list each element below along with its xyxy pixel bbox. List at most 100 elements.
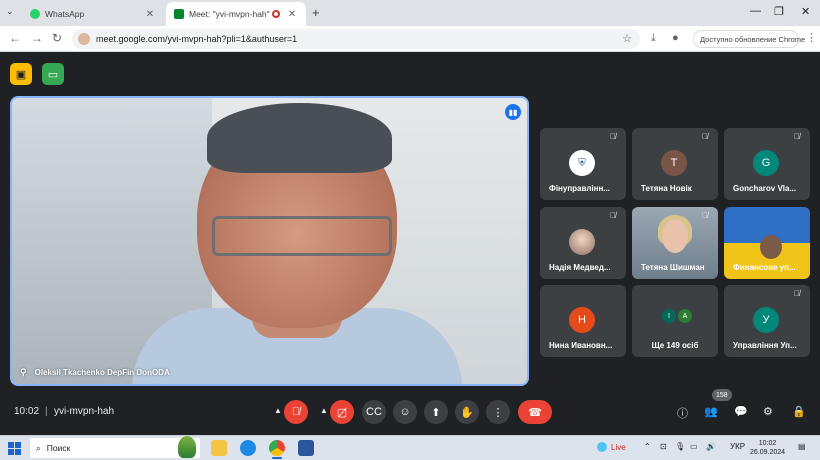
- more-options-button[interactable]: ⋮: [486, 400, 510, 424]
- tray-chevron-icon[interactable]: ⌃: [644, 442, 651, 451]
- participant-name: Goncharov Vla...: [733, 184, 797, 193]
- taskbar-clock[interactable]: 10:02 26.09.2024: [750, 439, 785, 457]
- language-indicator[interactable]: УКР: [730, 442, 745, 451]
- pin-icon[interactable]: ⚲: [20, 367, 27, 378]
- participant-count-badge: 158: [712, 389, 732, 401]
- site-info-icon[interactable]: [78, 33, 90, 45]
- participant-tile[interactable]: 🎙̸ Надія Медвед...: [540, 207, 626, 279]
- participant-video-person: [760, 235, 782, 259]
- meet-icon: [174, 9, 184, 19]
- avatar: Т: [661, 150, 687, 176]
- notifications-icon[interactable]: ▤: [798, 442, 806, 451]
- participant-tile[interactable]: 🎙̸ У Управління Уп...: [724, 285, 810, 357]
- network-icon[interactable]: ▭: [690, 442, 698, 451]
- main-speaker-name: ⚲ Oleksil Tkachenko DepFin DonODA: [20, 367, 170, 378]
- profile-icon[interactable]: ●: [672, 32, 679, 44]
- close-tab-icon[interactable]: ✕: [144, 9, 156, 20]
- more-participants-tile[interactable]: І А Ще 149 осіб: [632, 285, 718, 357]
- participant-tile[interactable]: 🎙̸ ⛨ Фінуправлінн...: [540, 128, 626, 200]
- participant-name: Тетяна Шишман: [641, 263, 705, 272]
- back-icon[interactable]: ←: [9, 31, 21, 45]
- edge-icon[interactable]: [240, 440, 256, 456]
- avatar: А: [678, 309, 692, 323]
- mic-off-icon: 🎙̸: [610, 132, 616, 141]
- tray-app-icon[interactable]: ⊡: [660, 442, 667, 451]
- windows-start-icon[interactable]: [8, 442, 21, 455]
- meeting-code: yvi-mvpn-hah: [54, 406, 115, 417]
- reload-icon[interactable]: ↻: [52, 31, 62, 45]
- forward-icon[interactable]: →: [31, 31, 43, 45]
- captions-button[interactable]: CC: [362, 400, 386, 424]
- clock-date: 26.09.2024: [750, 449, 786, 456]
- companion-mode-icon[interactable]: ▭: [42, 63, 64, 85]
- mic-off-icon: 🎙̸: [610, 211, 616, 220]
- audio-options-chevron-icon[interactable]: ▲: [274, 406, 282, 415]
- recording-icon: [272, 10, 280, 18]
- whatsapp-icon: [30, 9, 40, 19]
- chrome-update-button[interactable]: Доступно обновление Chrome: [693, 30, 805, 48]
- bookmark-star-icon[interactable]: ☆: [622, 32, 632, 45]
- mic-off-icon: 🎙̸: [794, 289, 800, 298]
- meet-stage: ▣ ▭ ▮▮ ⚲ Oleksil Tkachenko DepFin DonODA…: [0, 53, 820, 435]
- search-icon: ⌕: [36, 442, 41, 453]
- url-text[interactable]: meet.google.com/yvi-mvpn-hah?pli=1&authu…: [96, 34, 297, 44]
- present-screen-button[interactable]: ⬆: [424, 400, 448, 424]
- speaking-indicator-icon: ▮▮: [505, 104, 521, 120]
- download-icon[interactable]: ⤓: [651, 32, 656, 45]
- participant-tile[interactable]: 🎙̸ G Goncharov Vla...: [724, 128, 810, 200]
- tab-meet[interactable]: Meet: "yvi-mvpn-hah" ✕: [166, 2, 306, 26]
- chat-icon[interactable]: 💬: [734, 405, 748, 418]
- activities-icon[interactable]: ⚙: [763, 405, 773, 418]
- mic-toggle-button[interactable]: 🎙̸: [284, 400, 308, 424]
- participant-name: Фінуправлінн...: [549, 184, 610, 193]
- reactions-button[interactable]: ☺: [393, 400, 417, 424]
- taskbar-search[interactable]: ⌕ Поиск: [30, 436, 200, 458]
- avatar-group: І А: [662, 309, 694, 323]
- call-controls-bar: 10:02 | yvi-mvpn-hah ▲ 🎙̸ ▲ ▢̸ CC ☺ ⬆ ✋ …: [0, 389, 820, 426]
- minimize-icon[interactable]: —: [750, 5, 761, 17]
- volume-icon[interactable]: 🔊: [706, 442, 716, 451]
- emblem-avatar: ⛨: [569, 150, 595, 176]
- address-bar[interactable]: meet.google.com/yvi-mvpn-hah?pli=1&authu…: [72, 29, 640, 49]
- end-call-button[interactable]: ☎: [518, 400, 552, 424]
- participant-name: Надія Медвед...: [549, 263, 611, 272]
- raise-hand-button[interactable]: ✋: [455, 400, 479, 424]
- participant-video-face: [662, 219, 688, 253]
- tab-search-chevron-icon[interactable]: ⌄: [6, 6, 14, 17]
- close-tab-icon[interactable]: ✕: [286, 9, 298, 20]
- video-options-chevron-icon[interactable]: ▲: [320, 406, 328, 415]
- mic-off-icon: 🎙̸: [702, 211, 708, 220]
- participant-name: Тетяна Новік: [641, 184, 692, 193]
- restore-icon[interactable]: ❐: [774, 5, 784, 18]
- chrome-icon[interactable]: [269, 440, 285, 459]
- search-highlight-icon: [178, 436, 196, 458]
- meeting-info-icon[interactable]: ⓘ: [677, 405, 688, 421]
- participant-tile[interactable]: 🎙̸ Т Тетяна Новік: [632, 128, 718, 200]
- speaker-hair: [207, 103, 392, 173]
- participant-name: Финансове уп...: [733, 263, 796, 272]
- browser-menu-icon[interactable]: ⋮: [806, 31, 817, 44]
- speaker-name-label: Oleksil Tkachenko DepFin DonODA: [34, 368, 170, 377]
- news-widget[interactable]: Live: [597, 442, 626, 452]
- participant-name: Нина Ивановн...: [549, 341, 613, 350]
- globe-icon: [597, 442, 607, 452]
- participant-tile[interactable]: Н Нина Ивановн...: [540, 285, 626, 357]
- search-placeholder: Поиск: [46, 443, 71, 453]
- tab-whatsapp[interactable]: WhatsApp ✕: [22, 2, 164, 26]
- avatar: І: [662, 309, 676, 323]
- file-explorer-icon[interactable]: [211, 440, 227, 456]
- separator: |: [45, 406, 48, 417]
- host-controls-icon[interactable]: 🔒: [792, 405, 806, 418]
- word-icon[interactable]: [298, 440, 314, 456]
- main-speaker-tile[interactable]: ▮▮ ⚲ Oleksil Tkachenko DepFin DonODA: [10, 96, 529, 386]
- participant-tile[interactable]: 🎙̸ Тетяна Шишман: [632, 207, 718, 279]
- camera-toggle-button[interactable]: ▢̸: [330, 400, 354, 424]
- people-icon[interactable]: 👥: [704, 405, 718, 418]
- presentation-off-icon[interactable]: ▣: [10, 63, 32, 85]
- window-close-icon[interactable]: ✕: [801, 5, 810, 18]
- photo-avatar: [569, 229, 595, 255]
- participant-tile[interactable]: Финансове уп...: [724, 207, 810, 279]
- tab-title: Meet: "yvi-mvpn-hah": [189, 9, 270, 19]
- microphone-icon[interactable]: 🎙: [675, 442, 685, 451]
- new-tab-icon[interactable]: +: [312, 5, 320, 20]
